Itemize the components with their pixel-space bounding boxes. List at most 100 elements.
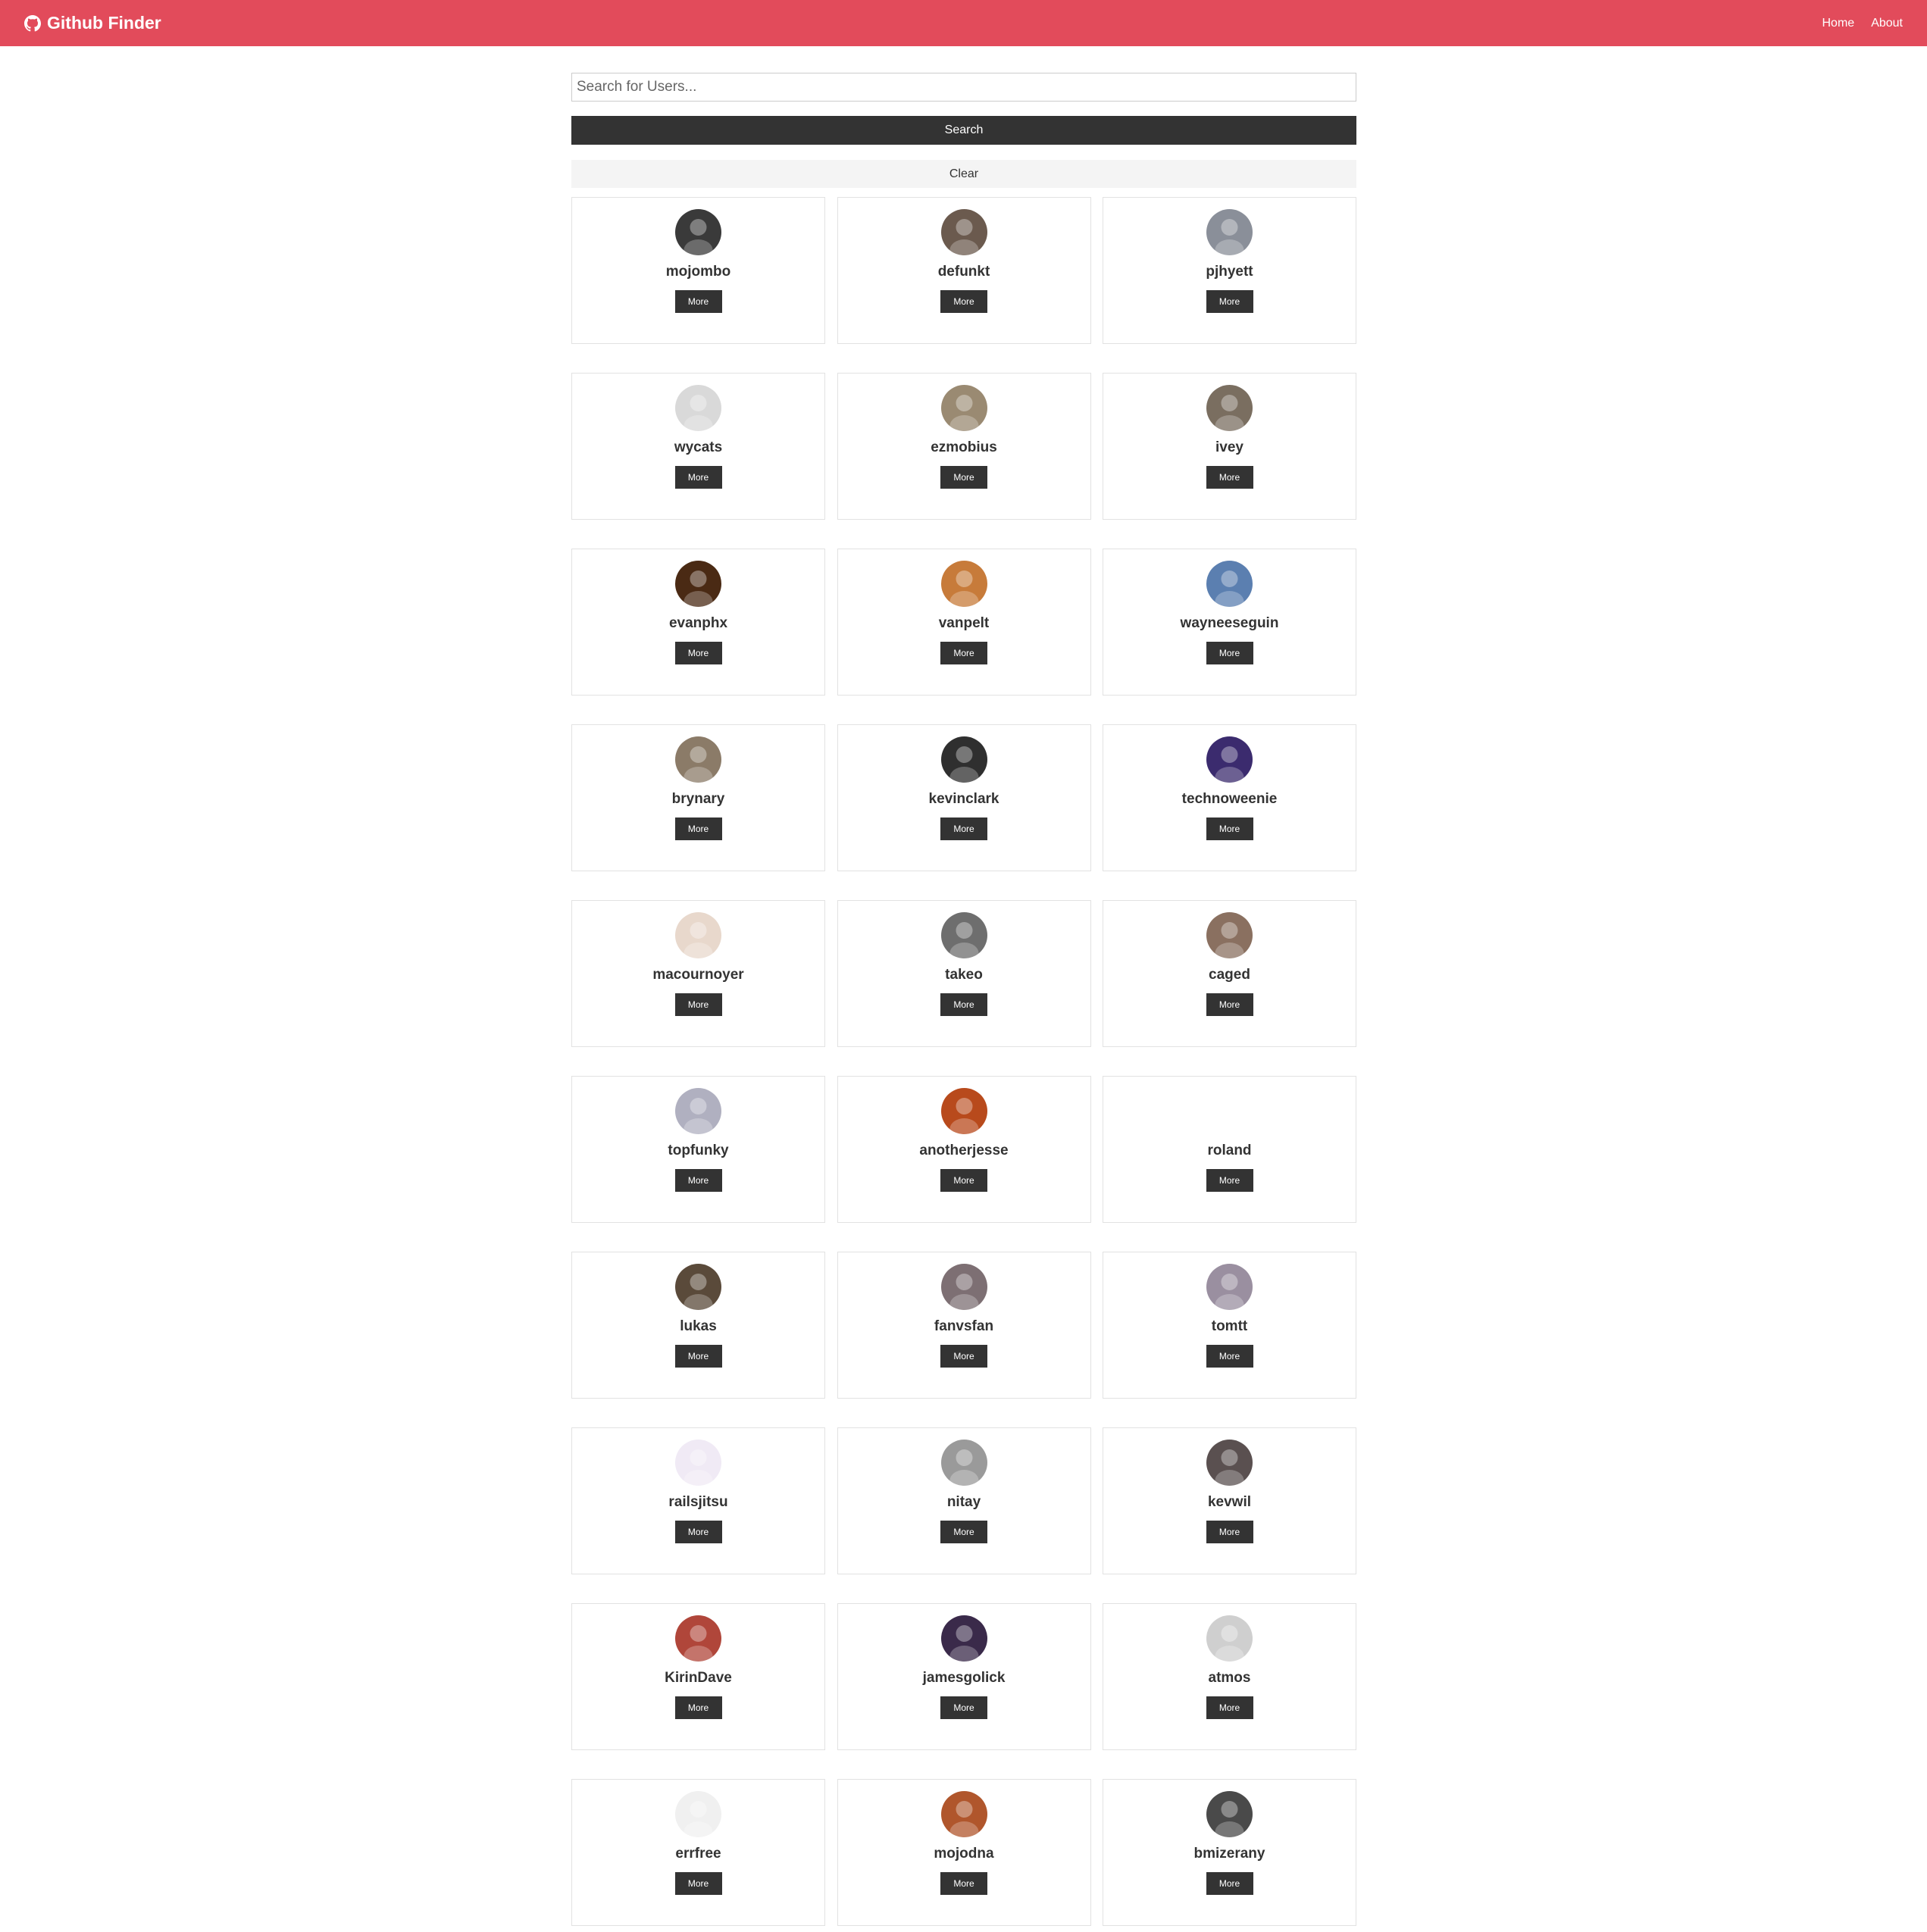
more-button[interactable]: More — [1206, 818, 1253, 840]
avatar — [675, 1791, 721, 1837]
avatar — [1206, 561, 1253, 607]
more-button[interactable]: More — [1206, 1169, 1253, 1192]
user-card: lukas More — [571, 1252, 825, 1399]
clear-button[interactable]: Clear — [571, 160, 1356, 188]
user-card: evanphx More — [571, 549, 825, 696]
more-button[interactable]: More — [674, 818, 722, 840]
more-button[interactable]: More — [940, 466, 987, 489]
user-card: wayneeseguin More — [1103, 549, 1356, 696]
username: kevinclark — [928, 791, 999, 807]
avatar — [675, 385, 721, 431]
nav-links: Home About — [1822, 17, 1904, 30]
username: KirinDave — [665, 1670, 732, 1686]
username: brynary — [671, 791, 725, 807]
more-button[interactable]: More — [674, 1521, 722, 1543]
more-button[interactable]: More — [674, 1169, 722, 1192]
user-card: kevwil More — [1103, 1427, 1356, 1574]
username: vanpelt — [938, 615, 990, 631]
more-button[interactable]: More — [940, 642, 987, 664]
username: nitay — [946, 1494, 981, 1510]
search-button[interactable]: Search — [571, 116, 1356, 145]
user-card: ezmobius More — [837, 373, 1091, 520]
more-button[interactable]: More — [940, 1521, 987, 1543]
user-card: takeo More — [837, 900, 1091, 1047]
avatar — [675, 1440, 721, 1486]
more-button[interactable]: More — [940, 1872, 987, 1895]
username: tomtt — [1211, 1318, 1248, 1334]
user-card: pjhyett More — [1103, 197, 1356, 344]
avatar — [940, 736, 987, 783]
user-card: jamesgolick More — [837, 1603, 1091, 1750]
avatar — [1206, 912, 1253, 958]
user-card: tomtt More — [1103, 1252, 1356, 1399]
username: pjhyett — [1206, 264, 1253, 280]
avatar — [1206, 736, 1253, 783]
username: caged — [1209, 967, 1250, 983]
avatar — [940, 912, 987, 958]
user-card: macournoyer More — [571, 900, 825, 1047]
more-button[interactable]: More — [940, 993, 987, 1016]
user-card: fanvsfan More — [837, 1252, 1091, 1399]
user-card: atmos More — [1103, 1603, 1356, 1750]
username: errfree — [675, 1846, 721, 1862]
user-card: technoweenie More — [1103, 724, 1356, 871]
user-card: brynary More — [571, 724, 825, 871]
user-card: defunkt More — [837, 197, 1091, 344]
more-button[interactable]: More — [1206, 993, 1253, 1016]
navbar: Github Finder Home About — [0, 0, 1927, 46]
avatar — [940, 1264, 987, 1310]
more-button[interactable]: More — [674, 290, 722, 313]
more-button[interactable]: More — [674, 1696, 722, 1719]
more-button[interactable]: More — [674, 1345, 722, 1368]
username: mojombo — [665, 264, 731, 280]
avatar — [1206, 209, 1253, 255]
nav-about-link[interactable]: About — [1871, 17, 1903, 30]
more-button[interactable]: More — [940, 1345, 987, 1368]
more-button[interactable]: More — [940, 1169, 987, 1192]
avatar — [675, 209, 721, 255]
username: roland — [1207, 1143, 1252, 1158]
avatar — [940, 561, 987, 607]
user-card: mojodna More — [837, 1779, 1091, 1926]
more-button[interactable]: More — [674, 642, 722, 664]
avatar — [1206, 1264, 1253, 1310]
avatar — [940, 1791, 987, 1837]
username: macournoyer — [652, 967, 744, 983]
username: takeo — [945, 967, 983, 983]
username: defunkt — [937, 264, 990, 280]
username: bmizerany — [1193, 1846, 1265, 1862]
more-button[interactable]: More — [1206, 290, 1253, 313]
more-button[interactable]: More — [674, 1872, 722, 1895]
avatar — [940, 209, 987, 255]
avatar — [940, 1440, 987, 1486]
more-button[interactable]: More — [674, 993, 722, 1016]
username: ivey — [1215, 439, 1243, 455]
more-button[interactable]: More — [940, 290, 987, 313]
username: anotherjesse — [919, 1143, 1009, 1158]
username: kevwil — [1207, 1494, 1252, 1510]
brand-link[interactable]: Github Finder — [24, 13, 161, 33]
more-button[interactable]: More — [1206, 1696, 1253, 1719]
user-card: wycats More — [571, 373, 825, 520]
username: wycats — [674, 439, 723, 455]
more-button[interactable]: More — [1206, 1521, 1253, 1543]
user-card: railsjitsu More — [571, 1427, 825, 1574]
more-button[interactable]: More — [940, 818, 987, 840]
user-card: ivey More — [1103, 373, 1356, 520]
avatar — [1206, 1440, 1253, 1486]
search-input[interactable] — [571, 73, 1356, 102]
avatar — [1206, 1088, 1253, 1134]
more-button[interactable]: More — [940, 1696, 987, 1719]
github-icon — [24, 14, 41, 31]
more-button[interactable]: More — [1206, 1872, 1253, 1895]
username: technoweenie — [1181, 791, 1278, 807]
more-button[interactable]: More — [1206, 1345, 1253, 1368]
user-card: topfunky More — [571, 1076, 825, 1223]
more-button[interactable]: More — [1206, 466, 1253, 489]
nav-home-link[interactable]: Home — [1822, 17, 1855, 30]
more-button[interactable]: More — [1206, 642, 1253, 664]
user-card: kevinclark More — [837, 724, 1091, 871]
more-button[interactable]: More — [674, 466, 722, 489]
avatar — [1206, 385, 1253, 431]
avatar — [940, 1615, 987, 1662]
